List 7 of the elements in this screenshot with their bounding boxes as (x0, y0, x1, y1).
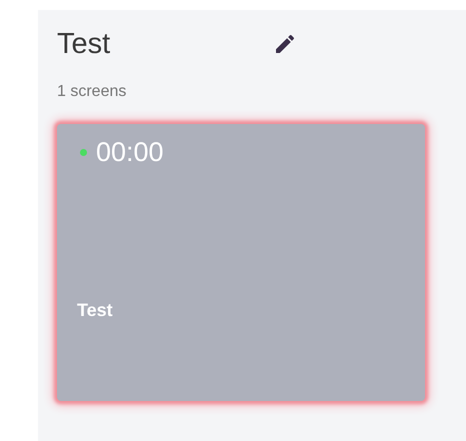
screen-count: 1 screens (57, 82, 128, 102)
pencil-icon (273, 32, 297, 56)
screen-card[interactable]: 00:00 Test (57, 124, 425, 401)
edit-button[interactable] (273, 32, 297, 56)
screen-name: Test (77, 300, 114, 321)
group-title: Test (57, 27, 110, 62)
screen-time: 00:00 (96, 136, 164, 168)
